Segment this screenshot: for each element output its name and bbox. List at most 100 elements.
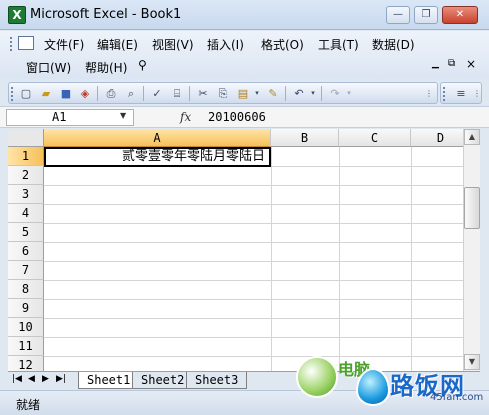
open-folder-icon[interactable]: ▰ bbox=[38, 86, 54, 101]
toolbar-separator bbox=[321, 86, 322, 101]
watermark-drop-icon bbox=[356, 368, 390, 406]
redo-dropdown-icon[interactable]: ▾ bbox=[341, 86, 357, 101]
row-header-6[interactable]: 6 bbox=[8, 242, 44, 261]
grid-line bbox=[44, 261, 463, 262]
column-header-c[interactable]: C bbox=[339, 129, 411, 147]
insert-function-icon[interactable]: fx bbox=[180, 110, 191, 124]
toolbar-grip-icon[interactable] bbox=[11, 87, 14, 101]
close-icon: ✕ bbox=[455, 9, 465, 20]
menu-window[interactable]: 窗口(W) bbox=[26, 59, 71, 76]
menu-data[interactable]: 数据(D) bbox=[372, 36, 415, 53]
grid-line bbox=[44, 204, 463, 205]
research-icon[interactable]: ⌸ bbox=[169, 86, 185, 101]
save-icon[interactable]: ■ bbox=[58, 86, 74, 101]
undo-dropdown-icon[interactable]: ▾ bbox=[305, 86, 321, 101]
menu-file[interactable]: 文件(F) bbox=[44, 36, 84, 53]
new-document-icon[interactable]: ▢ bbox=[18, 86, 34, 101]
row-header-12[interactable]: 12 bbox=[8, 356, 44, 371]
document-icon[interactable] bbox=[18, 36, 34, 50]
print-icon[interactable]: ⎙ bbox=[103, 86, 119, 101]
scroll-up-icon[interactable]: ▲ bbox=[464, 129, 480, 145]
grid-line bbox=[44, 318, 463, 319]
menu-help[interactable]: 帮助(H) bbox=[85, 59, 127, 76]
row-header-2[interactable]: 2 bbox=[8, 166, 44, 185]
toolbar-separator bbox=[285, 86, 286, 101]
grid-line bbox=[44, 337, 463, 338]
grid-line bbox=[44, 280, 463, 281]
cut-icon[interactable]: ✂ bbox=[195, 86, 211, 101]
row-header-7[interactable]: 7 bbox=[8, 261, 44, 280]
vertical-scrollbar[interactable]: ▲ ▼ bbox=[463, 129, 480, 371]
grid-line bbox=[44, 223, 463, 224]
sheet-tab-sheet1[interactable]: Sheet1 bbox=[78, 372, 140, 389]
formula-input[interactable]: 20100606 bbox=[208, 110, 266, 124]
window-title: Microsoft Excel - Book1 bbox=[30, 7, 182, 22]
mdi-restore-icon[interactable]: ⧉ bbox=[448, 58, 455, 69]
spelling-icon[interactable]: ✓ bbox=[149, 86, 165, 101]
paste-dropdown-icon[interactable]: ▾ bbox=[249, 86, 265, 101]
scroll-down-icon[interactable]: ▼ bbox=[464, 354, 480, 370]
row-header-5[interactable]: 5 bbox=[8, 223, 44, 242]
sheet-tab-sheet2[interactable]: Sheet2 bbox=[132, 372, 194, 389]
grid-line bbox=[44, 299, 463, 300]
row-header-4[interactable]: 4 bbox=[8, 204, 44, 223]
first-sheet-icon[interactable]: |◀ bbox=[12, 374, 22, 384]
row-header-11[interactable]: 11 bbox=[8, 337, 44, 356]
grid-line bbox=[411, 147, 412, 371]
standard-toolbar: ▢ ▰ ■ ◈ ⎙ ⌕ ✓ ⌸ ✂ ⎘ ▤ ▾ ✎ ↶ ▾ ↷ ▾ ⋮ bbox=[8, 82, 438, 104]
mdi-minimize-icon[interactable]: ▁ bbox=[432, 59, 439, 69]
menu-format[interactable]: 格式(O) bbox=[261, 36, 304, 53]
binoculars-icon[interactable]: ⚲ bbox=[138, 58, 147, 72]
worksheet-grid[interactable]: A B C D 1 2 3 4 5 6 7 8 9 10 11 12 贰零壹零年… bbox=[8, 129, 463, 371]
menu-insert[interactable]: 插入(I) bbox=[207, 36, 244, 53]
row-header-1[interactable]: 1 bbox=[8, 147, 44, 166]
minimize-button[interactable]: — bbox=[386, 6, 410, 24]
restore-button[interactable]: ❐ bbox=[414, 6, 438, 24]
grid-line bbox=[44, 185, 463, 186]
sheet-tab-sheet3[interactable]: Sheet3 bbox=[186, 372, 248, 389]
formula-bar: A1 ▼ fx 20100606 bbox=[0, 106, 489, 128]
name-box-dropdown-icon[interactable]: ▼ bbox=[120, 111, 126, 120]
scrollbar-thumb[interactable] bbox=[464, 187, 480, 229]
row-header-3[interactable]: 3 bbox=[8, 185, 44, 204]
name-box[interactable]: A1 bbox=[6, 109, 134, 126]
grid-line bbox=[44, 356, 463, 357]
toolbar-options-icon[interactable]: ⋮ bbox=[421, 86, 437, 101]
menu-tools[interactable]: 工具(T) bbox=[318, 36, 359, 53]
cell-a1[interactable]: 贰零壹零年零陆月零陆日 bbox=[44, 147, 271, 167]
prev-sheet-icon[interactable]: ◀ bbox=[28, 374, 35, 384]
select-all-corner[interactable] bbox=[8, 129, 44, 147]
toolbar-options-icon[interactable]: ⋮ bbox=[469, 86, 485, 101]
formatting-toolbar: ≡ ⋮ bbox=[440, 82, 482, 104]
menubar-grip-icon[interactable] bbox=[10, 37, 13, 51]
last-sheet-icon[interactable]: ▶| bbox=[56, 374, 66, 384]
close-button[interactable]: ✕ bbox=[442, 6, 478, 24]
watermark-logo-icon bbox=[296, 356, 338, 398]
excel-app-icon[interactable]: X bbox=[8, 6, 26, 24]
format-painter-icon[interactable]: ✎ bbox=[265, 86, 281, 101]
row-header-8[interactable]: 8 bbox=[8, 280, 44, 299]
mdi-close-icon[interactable]: × bbox=[466, 57, 476, 71]
column-header-a[interactable]: A bbox=[44, 129, 271, 147]
menu-edit[interactable]: 编辑(E) bbox=[97, 36, 138, 53]
menu-bar: 文件(F) 编辑(E) 视图(V) 插入(I) 格式(O) 工具(T) 数据(D… bbox=[0, 31, 489, 79]
restore-icon: ❐ bbox=[421, 9, 431, 20]
row-header-9[interactable]: 9 bbox=[8, 299, 44, 318]
print-preview-icon[interactable]: ⌕ bbox=[123, 86, 139, 101]
permission-icon[interactable]: ◈ bbox=[77, 86, 93, 101]
column-header-d[interactable]: D bbox=[411, 129, 463, 147]
menu-view[interactable]: 视图(V) bbox=[152, 36, 194, 53]
column-header-b[interactable]: B bbox=[271, 129, 339, 147]
toolbar-grip-icon[interactable] bbox=[443, 87, 446, 101]
toolbar-separator bbox=[189, 86, 190, 101]
align-icon[interactable]: ≡ bbox=[453, 86, 469, 101]
copy-icon[interactable]: ⎘ bbox=[215, 86, 231, 101]
toolbar-separator bbox=[143, 86, 144, 101]
toolbar-separator bbox=[97, 86, 98, 101]
title-bar: X Microsoft Excel - Book1 — ❐ ✕ bbox=[0, 0, 489, 30]
grid-line bbox=[44, 242, 463, 243]
minimize-icon: — bbox=[393, 9, 403, 20]
next-sheet-icon[interactable]: ▶ bbox=[42, 374, 49, 384]
row-header-10[interactable]: 10 bbox=[8, 318, 44, 337]
status-text: 就绪 bbox=[16, 398, 41, 412]
